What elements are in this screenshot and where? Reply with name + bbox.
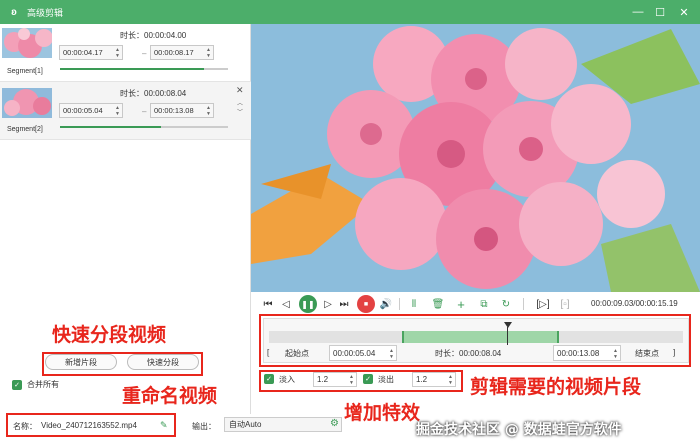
reset-icon[interactable]: ↻	[499, 295, 513, 313]
segment-duration: 时长：00:00:08.04	[120, 89, 187, 98]
close-button[interactable]: ✕	[672, 0, 696, 24]
annotation-clip: 剪辑需要的视频片段	[470, 376, 642, 398]
toolbar-divider	[523, 298, 524, 310]
segment-progress-bar	[60, 126, 228, 128]
copy-icon[interactable]: ⧉	[477, 295, 491, 313]
spin-icon[interactable]: ▲ ▼	[206, 47, 211, 59]
segment-name: Segment[1]	[7, 68, 43, 75]
output-folder-select[interactable]: 自动Auto	[224, 417, 342, 432]
annotation-box-quick-split	[42, 352, 203, 376]
toolbar-divider	[399, 298, 400, 310]
checkbox-checked-icon[interactable]: ✓	[12, 379, 22, 390]
split-clip-icon[interactable]: ⫴	[407, 295, 421, 313]
video-preview[interactable]	[251, 24, 700, 292]
merge-all-label: 合并所有	[27, 380, 59, 389]
range-separator: –	[142, 107, 147, 116]
annotation-effects: 增加特效	[344, 402, 421, 424]
stop-button[interactable]: ■	[357, 295, 375, 313]
range-separator: –	[142, 49, 147, 58]
time-readout: 00:00:09.03/00:00:15.19	[591, 299, 678, 308]
window-title: 高级剪辑	[27, 7, 64, 18]
mark-in-out-icon[interactable]: [▷]	[535, 295, 551, 313]
output-label: 输出：	[192, 422, 216, 431]
skip-end-icon[interactable]: ⏭	[337, 295, 351, 313]
delete-segment-icon[interactable]: ✕	[236, 85, 244, 96]
segment-progress-fill	[60, 68, 205, 70]
move-down-icon[interactable]: ﹀	[237, 107, 243, 116]
spin-icon[interactable]: ▲ ▼	[115, 105, 120, 117]
spin-icon[interactable]: ▲ ▼	[115, 47, 120, 59]
segment-start-input[interactable]: 00:00:04.17 ▲ ▼	[59, 45, 123, 60]
add-icon[interactable]: +	[454, 295, 468, 313]
pause-button[interactable]: ❚❚	[299, 295, 317, 313]
annotation-box-clip	[259, 314, 691, 367]
step-forward-icon[interactable]: ▷	[321, 295, 335, 313]
move-up-icon[interactable]: ︿	[237, 98, 243, 107]
segment-end-input[interactable]: 00:00:08.17 ▲ ▼	[150, 45, 214, 60]
segment-thumbnail	[2, 88, 52, 118]
spin-icon[interactable]: ▲ ▼	[206, 105, 211, 117]
merge-all-checkbox[interactable]: ✓ 合并所有	[12, 379, 59, 390]
segment-progress-bar	[60, 68, 228, 70]
segment-progress-fill	[60, 126, 161, 128]
crop-frame-icon[interactable]: [▫]	[557, 295, 573, 313]
trash-icon[interactable]: 🗑	[431, 295, 445, 313]
annotation-box-rename	[6, 413, 176, 437]
maximize-button[interactable]: ☐	[648, 0, 672, 24]
minimize-button[interactable]: —	[626, 0, 650, 24]
annotation-quick-split: 快速分段视频	[52, 324, 167, 346]
segment-item[interactable]: Segment[1] 时长：00:00:04.00 00:00:04.17 ▲ ▼ …	[0, 24, 251, 82]
segment-name: Segment[2]	[7, 126, 43, 133]
app-logo-icon: ʚ	[11, 6, 17, 18]
segment-start-input[interactable]: 00:00:05.04 ▲ ▼	[59, 103, 123, 118]
segment-item[interactable]: Segment[2] 时长：00:00:08.04 00:00:05.04 ▲ ▼ …	[0, 82, 251, 140]
title-bar: ʚ 高级剪辑 — ☐ ✕	[0, 0, 700, 24]
volume-icon[interactable]: 🔊	[379, 295, 393, 313]
segment-duration: 时长：00:00:04.00	[120, 31, 187, 40]
annotation-box-effects	[259, 370, 463, 392]
gear-icon[interactable]: ⚙	[330, 418, 339, 429]
segment-thumbnail	[2, 28, 52, 58]
skip-start-icon[interactable]: ⏮	[261, 295, 275, 313]
watermark-text: 掘金技术社区 @ 数据蛙官方软件	[416, 422, 622, 438]
segment-end-input[interactable]: 00:00:13.08 ▲ ▼	[150, 103, 214, 118]
annotation-rename: 重命名视频	[122, 385, 218, 407]
step-back-icon[interactable]: ◁	[279, 295, 293, 313]
